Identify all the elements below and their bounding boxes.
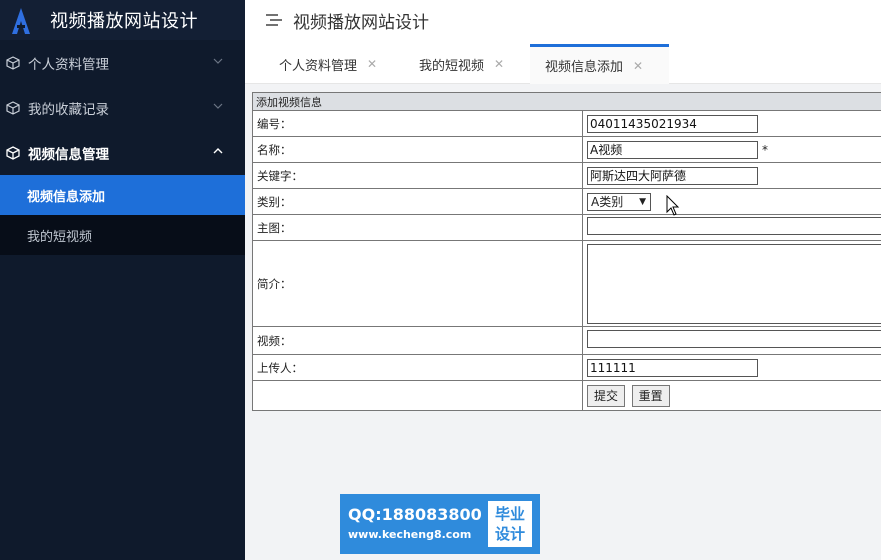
tab-profile[interactable]: 个人资料管理 ✕ — [279, 44, 377, 84]
watermark-line2: 设计 — [494, 525, 525, 543]
sidebar-submenu: 视频信息添加 我的短视频 — [0, 175, 245, 255]
cube-icon — [6, 55, 20, 70]
watermark-line1: 毕业 — [494, 505, 525, 523]
close-icon[interactable]: ✕ — [367, 57, 377, 71]
sidebar-item-label: 视频信息管理 — [28, 146, 109, 163]
mouse-cursor-icon — [666, 195, 680, 216]
watermark-label: 毕业 设计 — [488, 501, 532, 547]
watermark-url: www.kecheng8.com — [348, 528, 472, 541]
category-select[interactable]: A类别 ▼ — [587, 192, 651, 211]
uploader-input[interactable]: 111111 — [587, 358, 758, 377]
number-label: 编号： — [252, 110, 583, 137]
sidebar-item-favorites[interactable]: 我的收藏记录 — [0, 85, 245, 130]
tab-label: 视频信息添加 — [545, 60, 624, 75]
intro-label: 简介： — [252, 240, 583, 327]
submit-button[interactable]: 提交 — [587, 384, 626, 407]
category-label: 类别： — [252, 188, 583, 215]
sidebar: 视频播放网站设计 个人资料管理 我的收藏记录 视频信息管理 视频信息添加 我的短… — [0, 0, 245, 560]
intro-textarea[interactable] — [587, 244, 881, 324]
name-label: 名称： — [252, 136, 583, 163]
watermark-qq: QQ:188083800 — [348, 505, 482, 524]
tab-my-short-videos[interactable]: 我的短视频 ✕ — [419, 44, 504, 84]
tab-label: 个人资料管理 — [279, 58, 358, 74]
logo-bar: 视频播放网站设计 — [0, 0, 245, 40]
main-content: 添加视频信息 编号： 04011435021934 名称： A视频 * 关键字： … — [245, 84, 881, 560]
button-row-spacer — [252, 380, 583, 411]
category-value: A类别 — [591, 195, 624, 209]
watermark-badge: QQ:188083800 www.kecheng8.com 毕业 设计 — [340, 494, 540, 554]
sidebar-item-video-management[interactable]: 视频信息管理 — [0, 130, 245, 175]
sidebar-item-label: 个人资料管理 — [28, 56, 109, 73]
video-input[interactable] — [587, 330, 881, 348]
video-add-form: 添加视频信息 编号： 04011435021934 名称： A视频 * 关键字： … — [252, 92, 881, 411]
tab-video-add[interactable]: 视频信息添加 ✕ — [530, 44, 669, 84]
keywords-input[interactable]: 阿斯达四大阿萨德 — [587, 166, 758, 185]
app-title: 视频播放网站设计 — [50, 11, 198, 32]
tab-bar: 个人资料管理 ✕ 我的短视频 ✕ 视频信息添加 ✕ — [245, 40, 881, 84]
sidebar-item-label: 我的收藏记录 — [28, 101, 109, 118]
sidebar-subitem-my-short-videos[interactable]: 我的短视频 — [0, 215, 245, 255]
image-input[interactable] — [587, 217, 881, 235]
close-icon[interactable]: ✕ — [494, 57, 504, 71]
sidebar-subitem-video-add[interactable]: 视频信息添加 — [0, 175, 245, 215]
name-input[interactable]: A视频 — [587, 140, 758, 159]
reset-button[interactable]: 重置 — [631, 384, 670, 407]
video-label: 视频： — [252, 326, 583, 355]
chevron-down-icon — [213, 58, 223, 64]
cube-icon — [6, 100, 20, 115]
chevron-up-icon — [213, 148, 223, 154]
menu-icon[interactable] — [265, 13, 283, 27]
page-title: 视频播放网站设计 — [293, 12, 429, 33]
keywords-label: 关键字： — [252, 162, 583, 189]
form-heading: 添加视频信息 — [252, 92, 881, 111]
sidebar-item-profile[interactable]: 个人资料管理 — [0, 40, 245, 85]
uploader-label: 上传人： — [252, 354, 583, 381]
tab-label: 我的短视频 — [419, 58, 485, 74]
chevron-down-icon — [213, 103, 223, 109]
required-mark: * — [762, 143, 768, 157]
cube-icon — [6, 145, 20, 160]
logo-icon — [10, 7, 30, 34]
number-input[interactable]: 04011435021934 — [587, 114, 758, 133]
image-label: 主图： — [252, 214, 583, 241]
dropdown-arrow-icon: ▼ — [639, 196, 646, 207]
close-icon[interactable]: ✕ — [633, 59, 643, 73]
header: 视频播放网站设计 — [245, 0, 881, 40]
